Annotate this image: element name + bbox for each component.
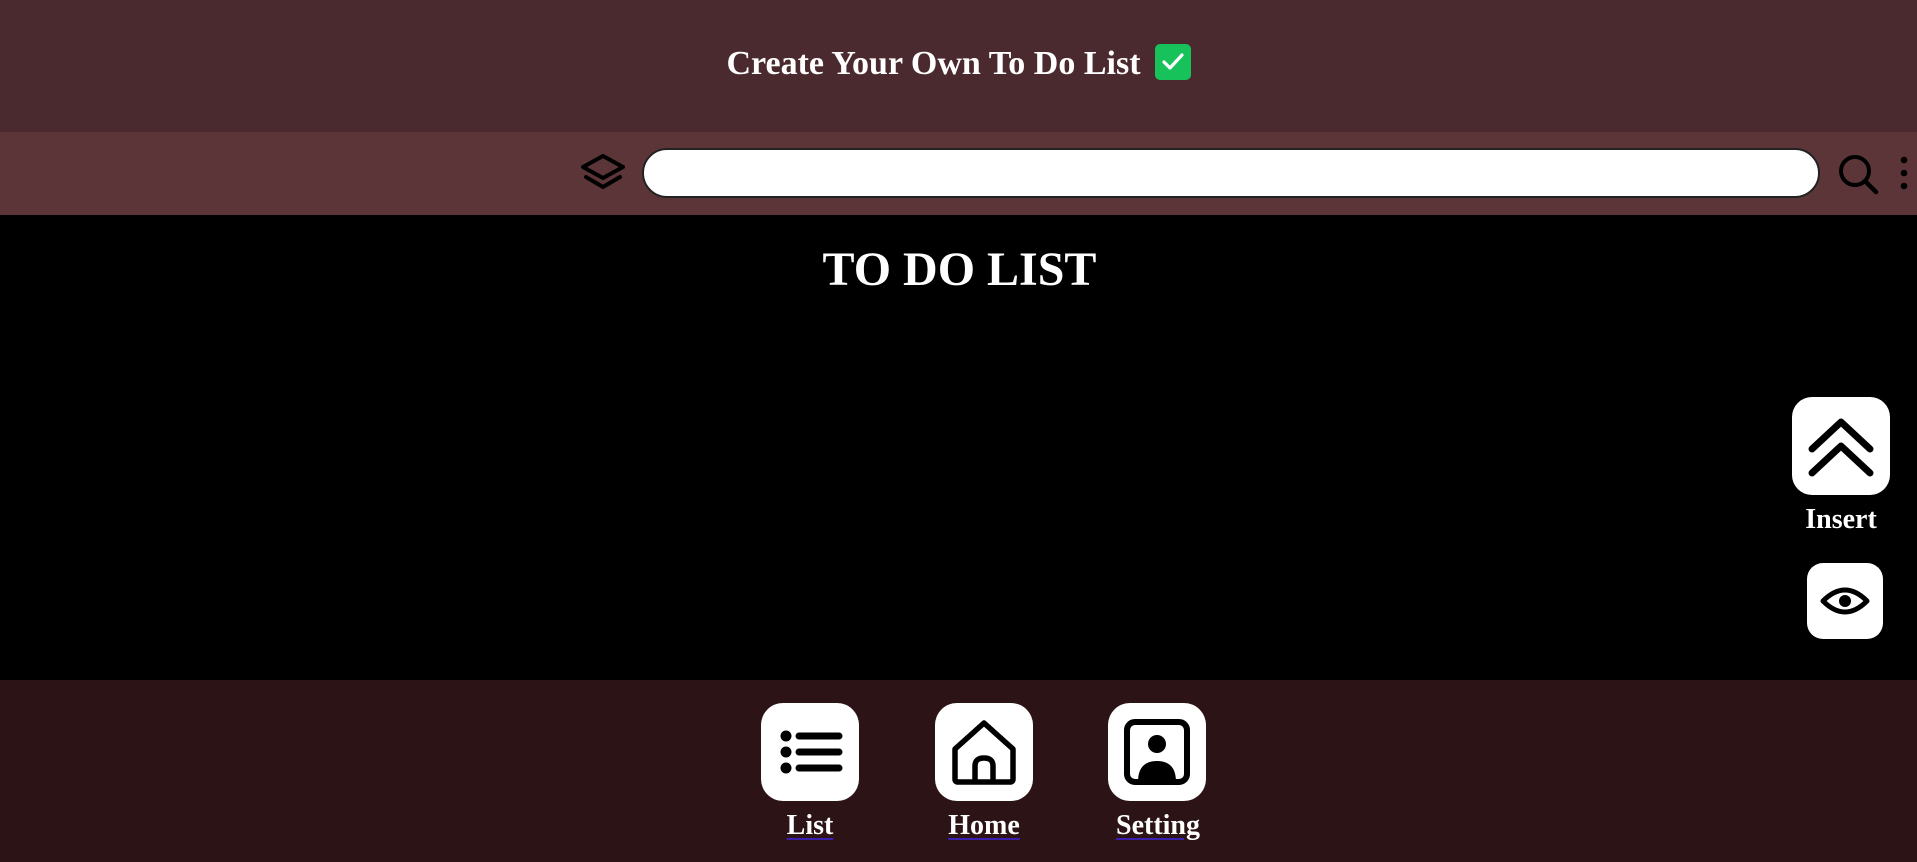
check-box-icon [1154,44,1191,80]
header-title-row: Create Your Own To Do List [0,44,1917,84]
home-button[interactable] [935,703,1033,801]
eye-icon [1820,587,1870,615]
search-input[interactable] [642,148,1820,198]
nav-label-home[interactable]: Home [904,808,1064,844]
list-heading-text: TO DO LIST [822,243,1097,296]
app-title: Create Your Own To Do List [726,45,1141,82]
list-icon [780,730,843,774]
layers-icon[interactable] [578,152,628,198]
setting-button[interactable] [1108,703,1206,801]
view-button[interactable] [1807,563,1883,639]
list-heading: TO DO LIST [0,240,1917,300]
nav-label-list[interactable]: List [730,808,890,844]
insert-button[interactable] [1792,397,1890,495]
search-icon[interactable] [1836,152,1880,196]
home-icon [952,720,1016,785]
insert-label: Insert [1805,504,1877,535]
chevrons-up-icon [1808,418,1874,477]
user-square-icon [1124,719,1190,785]
more-vertical-icon[interactable] [1896,152,1912,196]
list-button[interactable] [761,703,859,801]
nav-label-setting[interactable]: Setting [1078,808,1238,844]
